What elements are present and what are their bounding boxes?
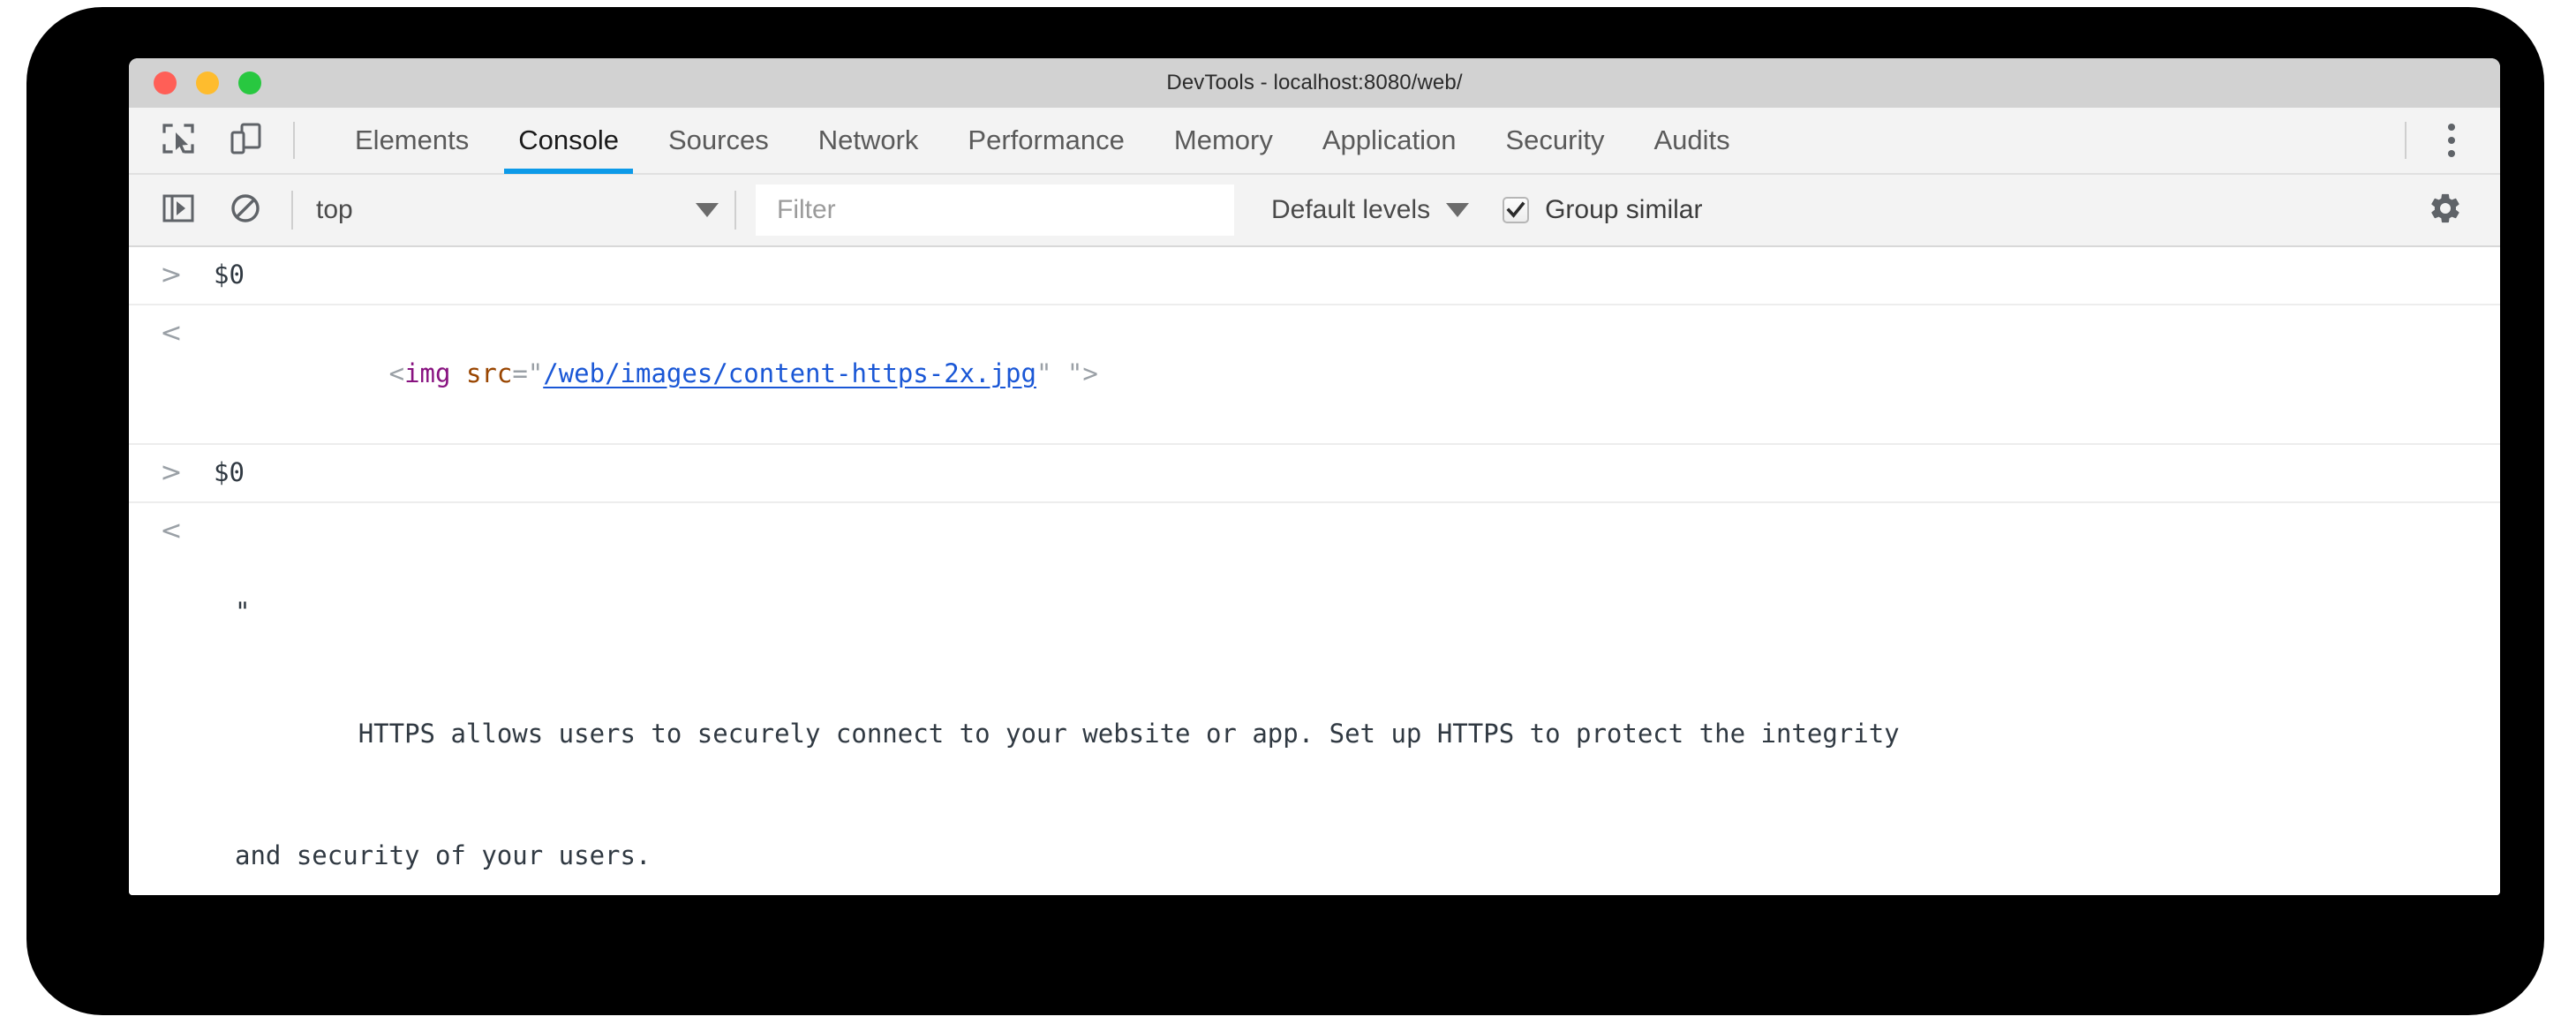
attribute-close-quote: " (1036, 358, 1052, 388)
console-toolbar-right-group (2412, 183, 2500, 237)
tab-list: Elements Console Sources Network Perform… (330, 107, 1755, 174)
tab-security[interactable]: Security (1481, 107, 1630, 174)
traffic-lights (154, 58, 261, 108)
string-line-1: HTTPS allows users to securely connect t… (235, 719, 1900, 749)
check-icon (1506, 201, 1525, 218)
row-gutter: < (129, 510, 214, 549)
console-output-string: " HTTPS allows users to securely connect… (214, 510, 2500, 895)
console-input-row[interactable]: > $0 (129, 445, 2500, 503)
close-window-button[interactable] (154, 72, 177, 94)
tag-open-bracket: < (388, 358, 405, 388)
input-chevron-icon: > (160, 457, 183, 488)
string-line-2: and security of your users. (235, 840, 652, 870)
row-gutter: > (129, 254, 214, 293)
log-levels-selector[interactable]: Default levels (1261, 186, 1480, 234)
tab-label: Sources (667, 124, 769, 155)
tab-label: Memory (1173, 124, 1273, 155)
kebab-menu-icon (2448, 124, 2455, 157)
device-frame: DevTools - localhost:8080/web/ Elements … (26, 7, 2544, 1015)
tab-label: Console (518, 124, 619, 155)
console-toolbar-divider-2 (734, 191, 736, 230)
window-titlebar: DevTools - localhost:8080/web/ (129, 58, 2500, 108)
console-message-list[interactable]: > $0 < <img src="/web/images/content-htt… (129, 247, 2500, 895)
tab-memory[interactable]: Memory (1149, 107, 1298, 174)
devtools-tabbar: Elements Console Sources Network Perform… (129, 108, 2500, 175)
chevron-down-icon (696, 203, 719, 217)
console-input-text: $0 (214, 260, 245, 290)
console-output-html: <img src="/web/images/content-https-2x.j… (214, 312, 2500, 434)
console-sidebar-toggle-button[interactable] (145, 183, 212, 237)
tab-label: Security (1505, 124, 1605, 155)
console-input-text: $0 (214, 457, 245, 487)
tab-console[interactable]: Console (493, 107, 644, 174)
tab-sources[interactable]: Sources (644, 107, 794, 174)
tab-elements[interactable]: Elements (330, 107, 493, 174)
tabbar-right-group (2391, 113, 2500, 168)
tab-network[interactable]: Network (794, 107, 944, 174)
zoom-window-button[interactable] (238, 72, 261, 94)
tab-label: Elements (355, 124, 470, 155)
attribute-name: src (465, 358, 513, 388)
devtools-window: DevTools - localhost:8080/web/ Elements … (129, 58, 2500, 895)
row-gutter: < (129, 312, 214, 351)
device-toolbar-icon (228, 121, 263, 161)
settings-button[interactable] (2412, 183, 2479, 237)
attribute-equals: =" (512, 358, 544, 388)
tabbar-right-divider (2405, 122, 2407, 159)
input-chevron-icon: > (160, 260, 183, 290)
row-gutter: > (129, 452, 214, 491)
output-chevron-icon: < (160, 318, 183, 349)
inspect-element-button[interactable] (145, 113, 212, 168)
log-levels-value: Default levels (1271, 195, 1431, 224)
filter-input[interactable]: Filter (756, 184, 1234, 236)
execution-context-value: top (316, 195, 353, 224)
attribute-value-link[interactable]: /web/images/content-https-2x.jpg (543, 358, 1036, 388)
console-output-string-row[interactable]: < " HTTPS allows users to securely conne… (129, 503, 2500, 895)
tag-close-bracket: > (1082, 358, 1098, 388)
chevron-down-icon (1446, 203, 1470, 217)
group-similar-checkbox[interactable] (1503, 197, 1530, 223)
window-title: DevTools - localhost:8080/web/ (1166, 71, 1463, 94)
group-similar-control[interactable]: Group similar (1503, 186, 1702, 234)
tab-performance[interactable]: Performance (943, 107, 1149, 174)
console-input-row[interactable]: > $0 (129, 247, 2500, 305)
filter-placeholder: Filter (777, 195, 836, 224)
tab-application[interactable]: Application (1298, 107, 1481, 174)
clear-console-icon (229, 192, 262, 230)
clear-console-button[interactable] (212, 183, 279, 237)
minimize-window-button[interactable] (196, 72, 219, 94)
string-open-quote-line: " (235, 591, 2474, 632)
tab-label: Audits (1653, 124, 1730, 155)
string-open-quote: " (235, 597, 251, 627)
tabbar-divider (293, 122, 295, 159)
console-sidebar-toggle-icon (162, 192, 195, 230)
inspect-element-icon (161, 121, 196, 161)
more-options-button[interactable] (2421, 113, 2482, 168)
tab-label: Network (817, 124, 919, 155)
device-toolbar-button[interactable] (212, 113, 279, 168)
execution-context-selector[interactable]: top (293, 186, 734, 234)
trailing-quote: " (1066, 358, 1083, 388)
output-chevron-icon: < (160, 516, 183, 546)
console-output-row[interactable]: < <img src="/web/images/content-https-2x… (129, 305, 2500, 445)
gear-icon (2428, 191, 2463, 230)
tab-audits[interactable]: Audits (1629, 107, 1754, 174)
tab-label: Performance (968, 124, 1125, 155)
tab-label: Application (1322, 124, 1457, 155)
console-toolbar: top Filter Default levels Group similar (129, 175, 2500, 247)
group-similar-label: Group similar (1545, 195, 1703, 224)
tag-name: img (404, 358, 451, 388)
